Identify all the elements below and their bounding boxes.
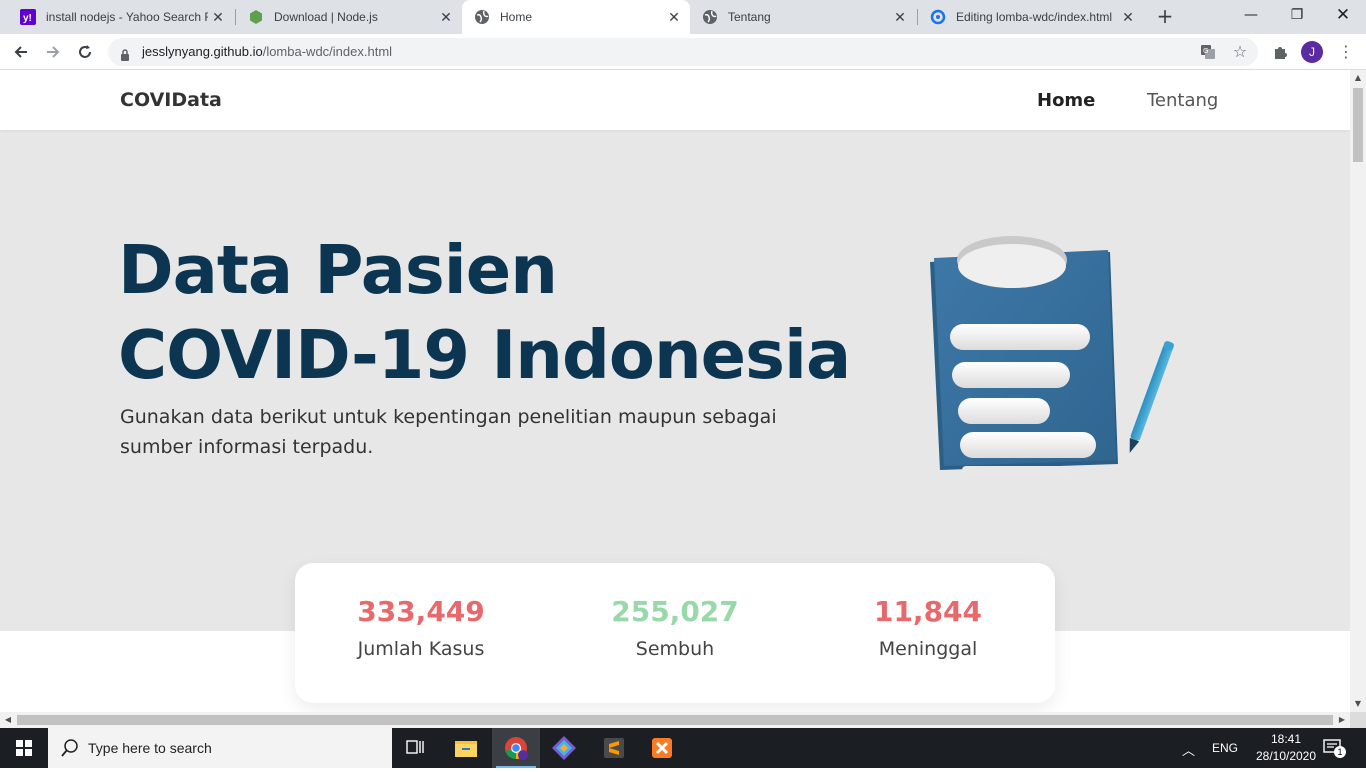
hero-subtitle: Gunakan data berikut untuk kepentingan p… — [120, 406, 777, 458]
nav-link-home[interactable]: Home — [1037, 90, 1095, 111]
extensions-icon[interactable] — [1270, 42, 1290, 62]
browser-toolbar: jesslynyang.github.io/lomba-wdc/index.ht… — [0, 34, 1366, 70]
bookmark-star-icon[interactable]: ☆ — [1230, 42, 1250, 62]
xampp-icon[interactable] — [638, 728, 686, 768]
vertical-scroll-thumb[interactable] — [1353, 88, 1363, 162]
scroll-down-icon[interactable]: ▼ — [1350, 696, 1366, 712]
close-icon[interactable]: ✕ — [208, 9, 228, 26]
stat-label: Meninggal — [878, 638, 978, 660]
chevron-up-icon[interactable]: ︿ — [1182, 740, 1195, 759]
clock-time[interactable]: 18:41 — [1262, 732, 1310, 746]
taskbar-search-box[interactable]: Type here to search — [48, 728, 392, 768]
scrollbar-corner — [1350, 712, 1366, 728]
horizontal-scroll-thumb[interactable] — [17, 715, 1333, 725]
stat-deaths: 11,844 Meninggal — [808, 595, 1048, 660]
close-icon[interactable]: ✕ — [890, 9, 910, 26]
url-path: /lomba-wdc/index.html — [262, 44, 393, 59]
close-icon[interactable]: ✕ — [436, 9, 456, 26]
horizontal-scrollbar[interactable]: ◀ ▶ — [0, 712, 1350, 728]
file-explorer-icon[interactable] — [442, 728, 490, 768]
clipboard-illustration — [930, 236, 1174, 474]
hero-section: Data Pasien COVID-19 Indonesia Gunakan d… — [0, 130, 1350, 631]
reload-icon[interactable] — [72, 39, 98, 65]
scroll-left-icon[interactable]: ◀ — [0, 712, 16, 728]
sublime-text-icon[interactable] — [590, 728, 638, 768]
close-icon[interactable]: ✕ — [664, 9, 684, 26]
notification-count-badge: 1 — [1334, 746, 1346, 758]
browser-tab-strip: y! install nodejs - Yahoo Search Re ✕ Do… — [0, 0, 1366, 34]
address-bar[interactable]: jesslynyang.github.io/lomba-wdc/index.ht… — [108, 38, 1258, 66]
tab-title: Tentang — [728, 10, 771, 24]
globe-icon — [474, 9, 490, 25]
site-brand[interactable]: COVIData — [120, 89, 222, 111]
new-tab-button[interactable]: + — [1154, 5, 1176, 27]
scroll-up-icon[interactable]: ▲ — [1350, 70, 1366, 86]
tab-title: Editing lomba-wdc/index.html — [956, 10, 1113, 24]
translate-icon[interactable]: G — [1198, 42, 1218, 62]
hero-title: Data Pasien COVID-19 Indonesia — [118, 228, 878, 398]
stats-card: 333,449 Jumlah Kasus 255,027 Sembuh 11,8… — [295, 563, 1055, 703]
stat-label: Sembuh — [635, 638, 715, 660]
restore-icon[interactable]: ❐ — [1274, 0, 1320, 30]
taskbar-search-placeholder: Type here to search — [88, 740, 212, 756]
svg-text:G: G — [1203, 47, 1208, 55]
tab-yahoo-search[interactable]: y! install nodejs - Yahoo Search Re ✕ — [8, 0, 234, 34]
stat-value: 11,844 — [873, 595, 983, 628]
chrome-taskbar-icon[interactable] — [492, 728, 540, 768]
svg-text:y!: y! — [23, 13, 32, 24]
stat-total-cases: 333,449 Jumlah Kasus — [301, 595, 541, 660]
language-indicator[interactable]: ENG — [1212, 741, 1238, 755]
vertical-scrollbar[interactable]: ▲ ▼ — [1350, 70, 1366, 712]
scroll-right-icon[interactable]: ▶ — [1334, 712, 1350, 728]
yahoo-icon: y! — [20, 9, 36, 25]
back-arrow-icon[interactable] — [8, 39, 34, 65]
notification-center-icon[interactable]: 1 — [1322, 738, 1346, 758]
close-icon[interactable]: ✕ — [1118, 9, 1138, 26]
tab-title: Home — [500, 10, 533, 24]
page-viewport: COVIData Home Tentang Data Pasien COVID-… — [0, 70, 1350, 712]
clock-date[interactable]: 28/10/2020 — [1246, 749, 1326, 763]
tab-nodejs-download[interactable]: Download | Node.js ✕ — [236, 0, 462, 34]
search-icon — [61, 739, 78, 757]
url-domain: jesslynyang.github.io — [142, 44, 263, 59]
stat-label: Jumlah Kasus — [357, 638, 485, 660]
tab-title: Download | Node.js — [274, 10, 378, 24]
nodejs-icon — [248, 9, 264, 25]
stat-value: 333,449 — [357, 595, 485, 628]
window-close-icon[interactable]: ✕ — [1320, 0, 1366, 30]
git-client-icon[interactable] — [540, 728, 588, 768]
profile-avatar[interactable]: J — [1301, 41, 1323, 63]
tab-home[interactable]: Home ✕ — [462, 0, 690, 34]
more-menu-icon[interactable]: ⋮ — [1336, 42, 1356, 62]
stat-recovered: 255,027 Sembuh — [555, 595, 795, 660]
tab-title: install nodejs - Yahoo Search Re — [46, 10, 208, 24]
tab-tentang[interactable]: Tentang ✕ — [690, 0, 916, 34]
minimize-icon[interactable]: — — [1228, 0, 1274, 30]
forward-arrow-icon[interactable] — [40, 39, 66, 65]
stat-value: 255,027 — [611, 595, 739, 628]
hero-title-line2: COVID-19 Indonesia — [118, 316, 851, 394]
tab-editing-index[interactable]: Editing lomba-wdc/index.html ✕ — [918, 0, 1144, 34]
nav-link-tentang[interactable]: Tentang — [1147, 90, 1218, 111]
windows-logo-icon — [16, 740, 32, 756]
globe-icon — [702, 9, 718, 25]
loading-icon — [930, 9, 946, 25]
site-navbar: COVIData Home Tentang — [0, 70, 1350, 130]
start-button[interactable] — [0, 728, 48, 768]
hero-title-line1: Data Pasien — [118, 231, 558, 309]
lock-icon — [120, 46, 130, 65]
task-view-icon[interactable] — [392, 728, 440, 768]
url-text: jesslynyang.github.io/lomba-wdc/index.ht… — [142, 44, 392, 59]
windows-taskbar: Type here to search ︿ ENG 18:41 28/10/20… — [0, 728, 1366, 768]
